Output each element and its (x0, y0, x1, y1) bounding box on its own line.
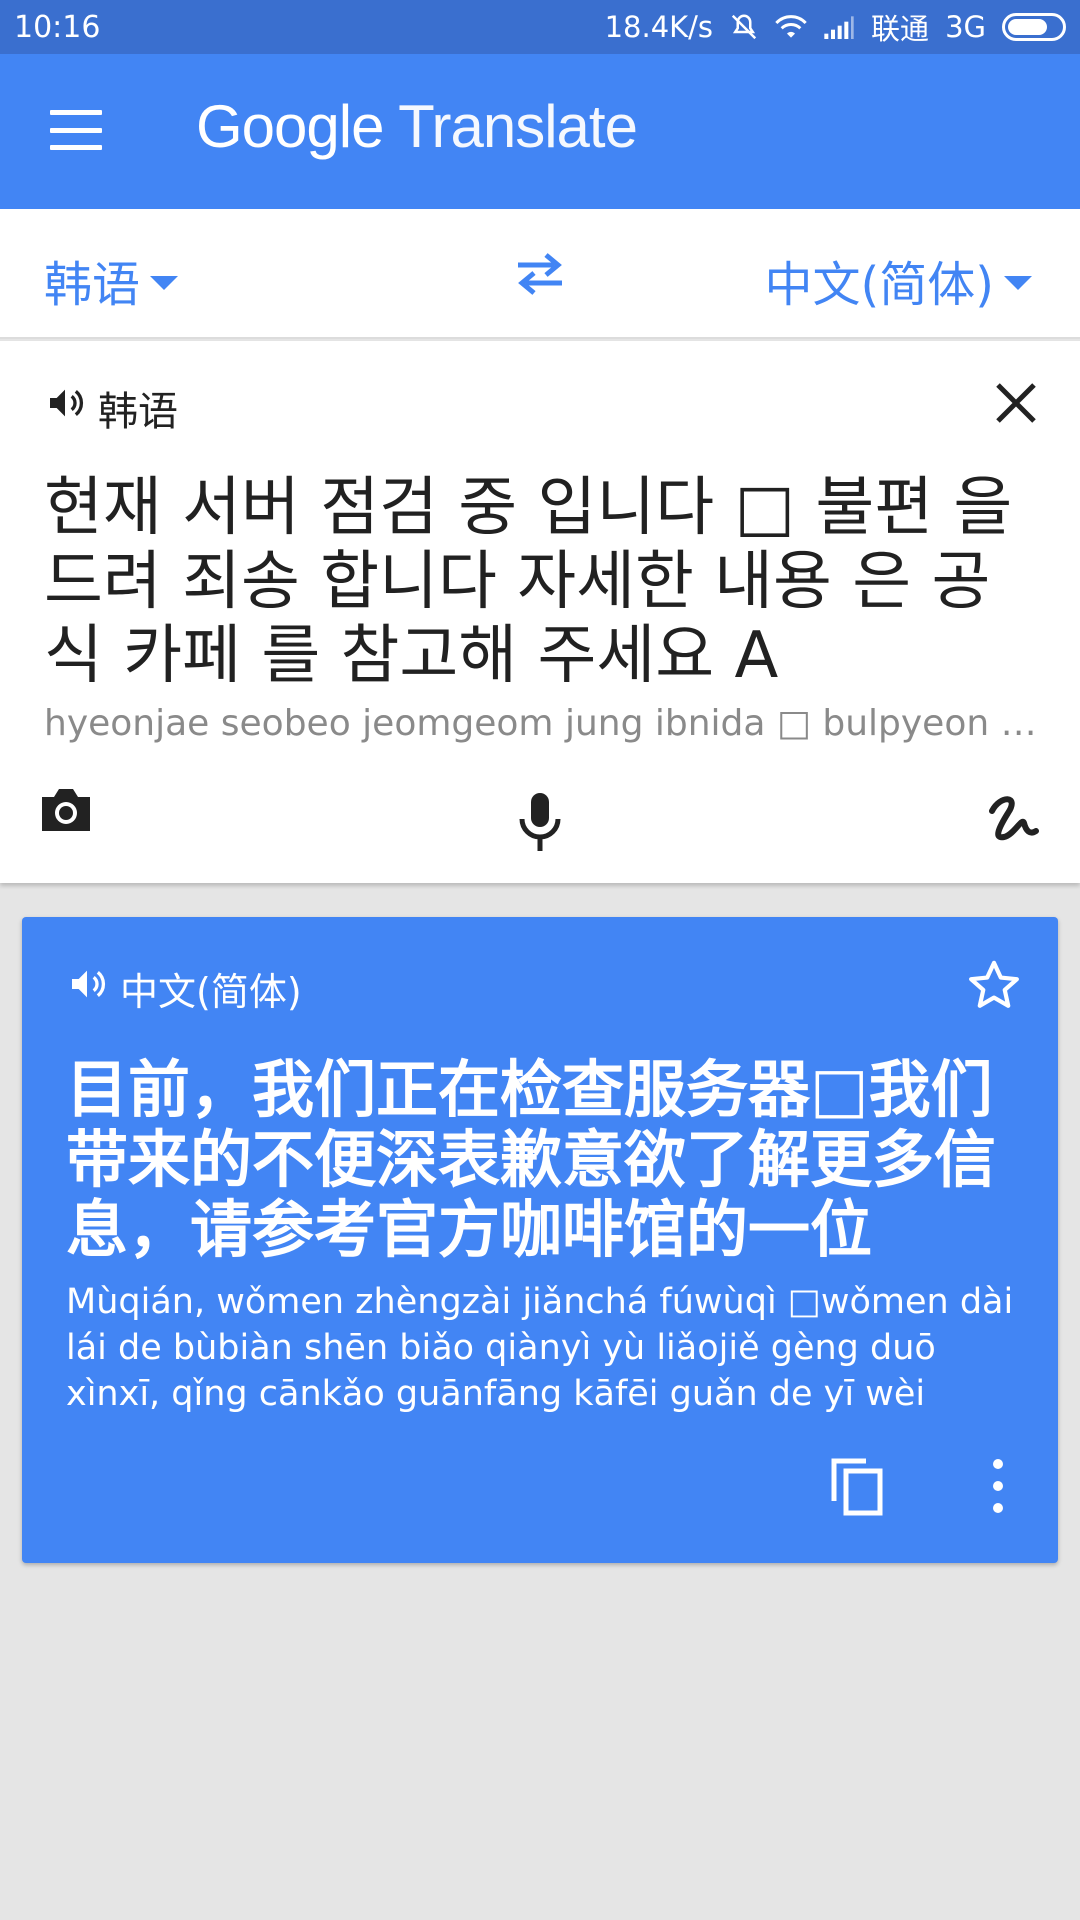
menu-icon[interactable] (50, 110, 102, 150)
target-language-selector[interactable]: 中文(简体) (765, 245, 1032, 315)
app-title: Google Translate (196, 92, 638, 161)
translation-card: 中文(简体) 目前，我们正在检查服务器□我们带来的不便深表歉意欲了解更多信息，请… (22, 917, 1058, 1563)
status-time: 10:16 (14, 10, 101, 45)
more-options-icon[interactable] (988, 1459, 1008, 1513)
mic-icon[interactable] (514, 791, 566, 853)
source-text[interactable]: 현재 서버 점검 중 입니다 □ 불편 을 드려 죄송 합니다 자세한 내용 은… (44, 471, 1044, 693)
translation-pinyin: Mùqián, wǒmen zhèngzài jiǎnchá fúwùqì □w… (66, 1282, 1014, 1414)
carrier: 联通 (871, 12, 930, 46)
wifi-icon (775, 13, 807, 41)
close-icon[interactable] (994, 381, 1038, 425)
speaker-icon[interactable] (44, 383, 86, 433)
network-type: 3G (945, 10, 986, 44)
handwriting-icon[interactable] (986, 791, 1042, 847)
status-right: 18.4K/s 联通 3G (605, 8, 1066, 46)
target-speak-row[interactable]: 中文(简体) (66, 961, 302, 1016)
app-title-google: Google (196, 93, 384, 160)
source-speak-row[interactable]: 韩语 (44, 379, 178, 437)
source-romanization: hyeonjae seobeo jeomgeom jung ibnida □ b… (44, 703, 1044, 744)
app-title-translate: Translate (398, 93, 638, 160)
target-lang-label: 中文(简体) (120, 970, 302, 1014)
input-card: 韩语 현재 서버 점검 중 입니다 □ 불편 을 드려 죄송 합니다 자세한 내… (0, 341, 1080, 883)
camera-icon[interactable] (38, 785, 94, 835)
language-bar: 韩语 中文(简体) (0, 209, 1080, 339)
net-speed: 18.4K/s (604, 10, 714, 44)
source-language-selector[interactable]: 韩语 (44, 245, 179, 315)
speaker-icon[interactable] (66, 964, 108, 1013)
app-bar: Google Translate (0, 54, 1080, 209)
source-lang-label: 韩语 (98, 389, 178, 435)
signal-icon (823, 13, 855, 41)
swap-arrows-icon[interactable] (512, 251, 568, 297)
copy-icon[interactable] (828, 1455, 886, 1517)
status-bar: 10:16 18.4K/s 联通 3G (0, 0, 1080, 54)
dropdown-caret-icon (150, 276, 179, 290)
dropdown-caret-icon (1004, 276, 1032, 290)
mute-icon (729, 12, 759, 42)
translation-text: 目前，我们正在检查服务器□我们带来的不便深表歉意欲了解更多信息，请参考官方咖啡馆… (66, 1053, 997, 1266)
battery-icon (1002, 13, 1066, 41)
star-icon[interactable] (966, 957, 1022, 1013)
source-language-label: 韩语 (44, 257, 141, 313)
target-language-label: 中文(简体) (764, 257, 994, 313)
